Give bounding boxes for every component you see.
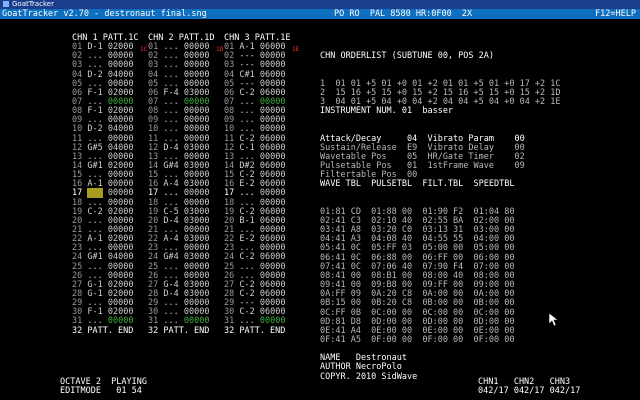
- channel-2-pattern[interactable]: CHN 2 PATT.1D 01 ... 00000 02 ... 00000 03 …: [148, 33, 215, 336]
- channel-positions: 042/17 042/17 042/17: [478, 386, 581, 396]
- pattern-end: 32 PATT. END: [224, 325, 286, 336]
- mouse-pointer-icon: [549, 313, 559, 327]
- tables-header: WAVE TBL PULSETBL FILT.TBL SPEEDTBL: [320, 179, 515, 190]
- command-cell[interactable]: 00000: [184, 316, 210, 326]
- row-number: 31: [224, 316, 235, 327]
- record-marker-text: 1E: [292, 46, 300, 53]
- help-hint[interactable]: F12=HELP: [595, 9, 636, 19]
- window-title: GoatTracker: [12, 0, 54, 8]
- info-line[interactable]: COPYR. 2010 SidWave: [320, 372, 417, 382]
- channel-record-marker: 1E: [292, 45, 299, 54]
- record-marker-text: 1D: [216, 46, 224, 53]
- channel-record-marker: 1C: [140, 45, 147, 54]
- note-cell[interactable]: ...: [87, 316, 102, 326]
- command-cell[interactable]: 00000: [108, 316, 134, 326]
- command-cell[interactable]: 00000: [260, 316, 286, 326]
- channel-record-marker: 1D: [216, 45, 223, 54]
- playback-settings: PO RO PAL 8580 HR:0F00 2X: [334, 9, 473, 19]
- row-number: 31: [148, 316, 159, 327]
- song-info-panel[interactable]: NAME Destronaut AUTHOR NecroPolo COPYR. 20…: [320, 336, 417, 391]
- row-number: 31: [72, 316, 83, 327]
- app-icon: [3, 1, 9, 7]
- song-title: GoatTracker v2.70 - destronaut final.sng: [2, 9, 207, 19]
- window-titlebar[interactable]: GoatTracker: [0, 0, 640, 9]
- channel-3-pattern[interactable]: CHN 3 PATT.1E 01 A-1 06000 02 --- 00000 03 …: [224, 33, 291, 336]
- note-cell[interactable]: ...: [163, 316, 178, 326]
- channel-1-pattern[interactable]: CHN 1 PATT.1C 01 D-1 02000 02 ... 00000 03 …: [72, 33, 139, 336]
- editmode-status: EDITMODE 01 54: [60, 386, 142, 396]
- instrument-header: INSTRUMENT NUM. 01 basser: [320, 106, 454, 117]
- pattern-end: 32 PATT. END: [72, 325, 134, 336]
- pattern-end: 32 PATT. END: [148, 325, 210, 336]
- record-marker-text: 1C: [140, 46, 148, 53]
- tables-panel[interactable]: WAVE TBL PULSETBL FILT.TBL SPEEDTBL 01:8…: [320, 162, 514, 354]
- tracker-status-bar: GoatTracker v2.70 - destronaut final.sng…: [0, 9, 640, 19]
- note-cell[interactable]: ...: [239, 316, 254, 326]
- orderlist-header: CHN ORDERLIST (SUBTUNE 00, POS 2A): [320, 51, 494, 62]
